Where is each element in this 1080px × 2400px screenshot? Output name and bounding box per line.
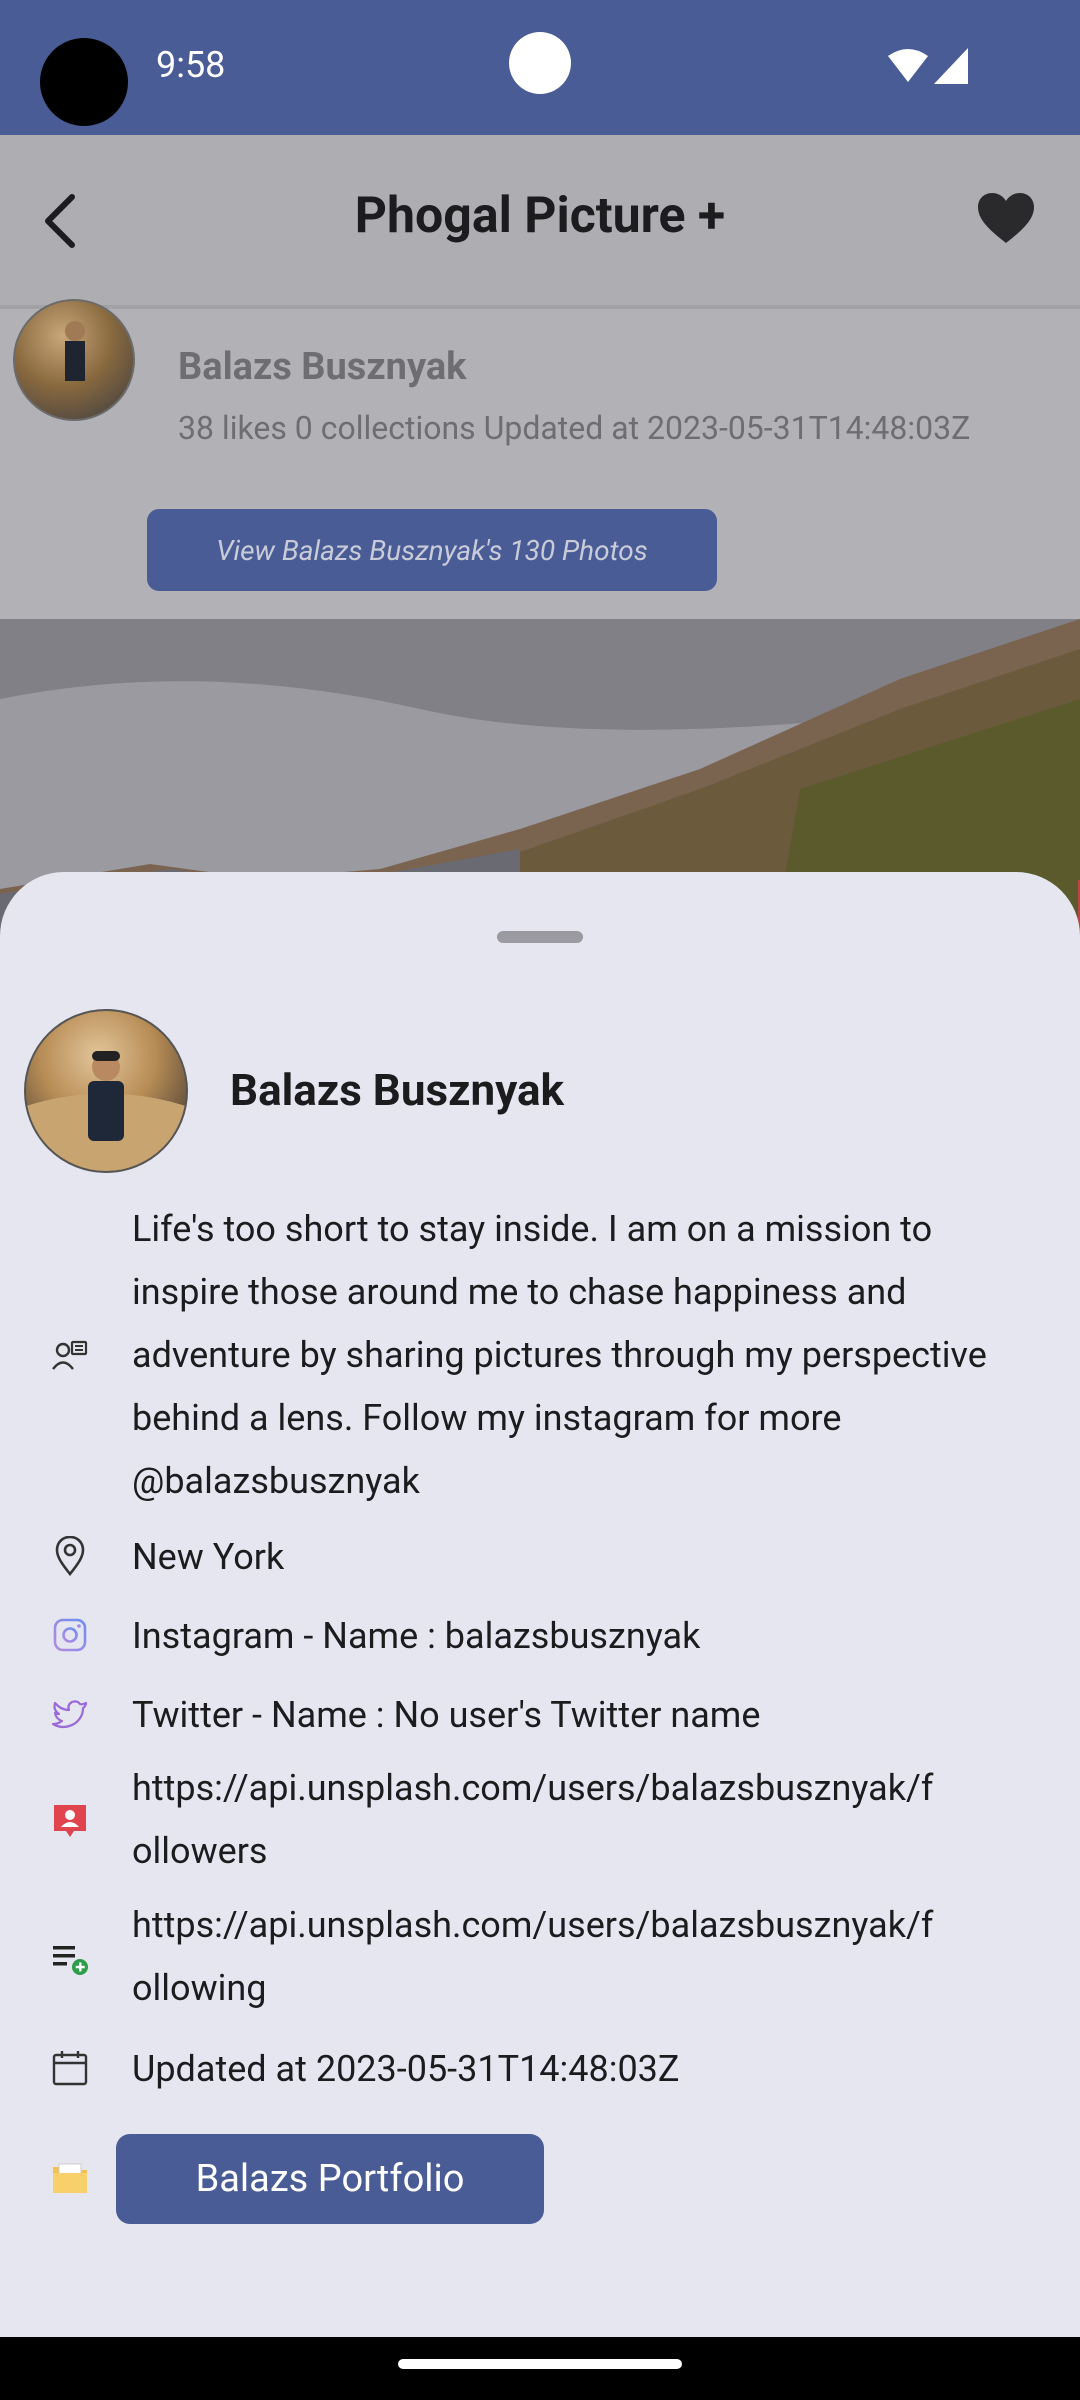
wifi-icon	[888, 49, 928, 82]
location-pin-icon	[55, 1536, 85, 1576]
updated-text: Updated at 2023-05-31T14:48:03Z	[132, 2048, 680, 2090]
twitter-bird-icon	[51, 1700, 88, 1729]
following-url: https://api.unsplash.com/users/balazsbus…	[132, 1904, 934, 2009]
home-gesture-pill[interactable]	[398, 2359, 682, 2369]
instagram-text: Instagram - Name : balazsbusznyak	[132, 1615, 701, 1657]
instagram-row[interactable]: Instagram - Name : balazsbusznyak	[0, 1605, 1080, 1668]
instagram-icon	[53, 1618, 87, 1652]
profile-bottom-sheet: Balazs Busznyak Life's too short to stay…	[0, 872, 1080, 2337]
location-text: New York	[132, 1536, 285, 1578]
twitter-row[interactable]: Twitter - Name : No user's Twitter name	[0, 1684, 1080, 1747]
view-photos-button[interactable]: View Balazs Busznyak's 130 Photos	[147, 509, 717, 591]
playlist-add-icon	[53, 1946, 88, 1975]
app-bar: Phogal Picture +	[0, 135, 1080, 309]
status-time: 9:58	[156, 44, 226, 86]
updated-row: Updated at 2023-05-31T14:48:03Z	[0, 2038, 1080, 2101]
favorite-heart-icon[interactable]	[978, 193, 1034, 245]
app-title: Phogal Picture +	[354, 187, 726, 245]
author-name: Balazs Busznyak	[178, 345, 467, 389]
twitter-text: Twitter - Name : No user's Twitter name	[132, 1694, 761, 1736]
front-camera	[509, 32, 571, 94]
author-avatar[interactable]	[13, 299, 135, 421]
followers-icon	[54, 1805, 86, 1837]
camera-cutout	[40, 38, 128, 126]
profile-avatar	[24, 1009, 188, 1173]
following-row[interactable]: https://api.unsplash.com/users/balazsbus…	[0, 1894, 1080, 2024]
followers-url: https://api.unsplash.com/users/balazsbus…	[132, 1767, 934, 1872]
bio-text: Life's too short to stay inside. I am on…	[132, 1208, 987, 1502]
profile-name: Balazs Busznyak	[230, 1064, 564, 1116]
portfolio-button[interactable]: Balazs Portfolio	[116, 2134, 544, 2224]
calendar-icon	[52, 2051, 88, 2086]
status-bar: 9:58	[0, 0, 1080, 135]
bio-row: Life's too short to stay inside. I am on…	[0, 1198, 1080, 1518]
followers-row[interactable]: https://api.unsplash.com/users/balazsbus…	[0, 1757, 1080, 1887]
author-stats: 38 likes 0 collections Updated at 2023-0…	[178, 409, 971, 447]
drag-handle[interactable]	[497, 931, 583, 943]
location-row: New York	[0, 1526, 1080, 1589]
navigation-bar	[0, 2337, 1080, 2400]
person-bio-icon	[52, 1340, 88, 1370]
author-card: Balazs Busznyak 38 likes 0 collections U…	[0, 299, 1080, 619]
folder-icon	[53, 2163, 87, 2193]
signal-icon	[934, 48, 968, 84]
